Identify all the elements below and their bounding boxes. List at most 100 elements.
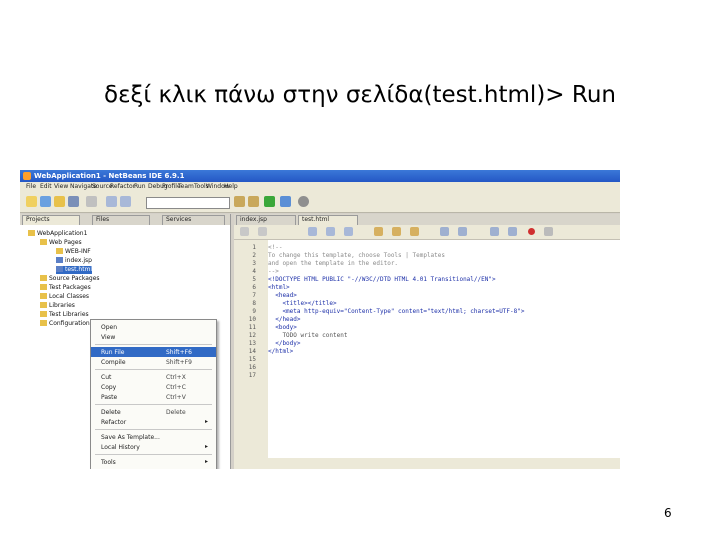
open-project-icon[interactable] bbox=[54, 196, 65, 207]
code-line: <head> bbox=[268, 292, 297, 299]
context-menu: Open View Run File Shift+F6 Compile Shift+F9 C… bbox=[90, 319, 217, 469]
shift-left-icon[interactable] bbox=[440, 227, 449, 236]
netbeans-logo-icon bbox=[23, 172, 31, 180]
line-number-gutter: 1 2 3 4 5 6 7 8 9 10 11 12 13 14 15 16 17 bbox=[234, 240, 268, 469]
code-line: <meta http-equiv="Content-Type" content=… bbox=[268, 308, 525, 315]
forward-icon[interactable] bbox=[326, 227, 335, 236]
context-menu-item[interactable]: Properties bbox=[91, 467, 216, 469]
tree-node[interactable]: Test Packages bbox=[40, 284, 91, 292]
line-number: 2 bbox=[252, 252, 256, 259]
context-menu-separator bbox=[95, 344, 212, 345]
save-all-icon[interactable] bbox=[68, 196, 79, 207]
history-icon[interactable] bbox=[258, 227, 267, 236]
shift-right-icon[interactable] bbox=[458, 227, 467, 236]
context-menu-item[interactable]: Open bbox=[91, 322, 216, 332]
line-number: 16 bbox=[248, 364, 256, 371]
context-menu-item[interactable]: Delete Delete bbox=[91, 407, 216, 417]
context-menu-item-label: Refactor bbox=[101, 419, 127, 426]
context-menu-shortcut: Shift+F9 bbox=[166, 359, 192, 366]
code-line: --> bbox=[268, 268, 279, 275]
menu-edit[interactable]: Edit bbox=[40, 183, 52, 190]
source-icon[interactable] bbox=[240, 227, 249, 236]
config-combo[interactable] bbox=[146, 197, 230, 209]
new-file-icon[interactable] bbox=[26, 196, 37, 207]
tree-node[interactable]: test.html bbox=[56, 266, 93, 274]
tree-node-label: Libraries bbox=[49, 302, 75, 309]
tab-test-html[interactable]: test.html bbox=[298, 215, 358, 225]
tree-node[interactable]: Local Classes bbox=[40, 293, 89, 301]
tree-node[interactable]: WebApplication1 bbox=[28, 230, 87, 238]
context-menu-item[interactable]: Tools ▸ bbox=[91, 457, 216, 467]
tree-node[interactable]: Libraries bbox=[40, 302, 75, 310]
undo-icon[interactable] bbox=[106, 196, 117, 207]
bookmark-icon[interactable] bbox=[374, 227, 383, 236]
page-number: 6 bbox=[664, 506, 672, 520]
stop-macro-icon[interactable] bbox=[544, 227, 553, 236]
line-number: 17 bbox=[248, 372, 256, 379]
line-number: 1 bbox=[252, 244, 256, 251]
menu-run[interactable]: Run bbox=[134, 183, 146, 190]
next-bookmark-icon[interactable] bbox=[410, 227, 419, 236]
code-area[interactable]: <!-- To change this template, choose Tool… bbox=[268, 240, 620, 458]
context-menu-item[interactable]: Cut Ctrl+X bbox=[91, 372, 216, 382]
menu-team[interactable]: Team bbox=[178, 183, 194, 190]
window-titlebar: WebApplication1 - NetBeans IDE 6.9.1 bbox=[20, 170, 620, 182]
tree-node-label: index.jsp bbox=[65, 257, 92, 264]
tab-projects[interactable]: Projects bbox=[22, 215, 80, 225]
context-menu-shortcut: Shift+F6 bbox=[166, 349, 192, 356]
context-menu-item[interactable]: Compile Shift+F9 bbox=[91, 357, 216, 367]
context-menu-item[interactable]: Save As Template... bbox=[91, 432, 216, 442]
tree-node-label: test.html bbox=[65, 266, 93, 273]
context-menu-item[interactable]: View bbox=[91, 332, 216, 342]
menu-view[interactable]: View bbox=[54, 183, 68, 190]
menu-file[interactable]: File bbox=[26, 183, 36, 190]
run-icon[interactable] bbox=[264, 196, 275, 207]
menu-refactor[interactable]: Refactor bbox=[110, 183, 135, 190]
tree-node[interactable]: Test Libraries bbox=[40, 311, 89, 319]
tree-node[interactable]: Web Pages bbox=[40, 239, 82, 247]
tab-files[interactable]: Files bbox=[92, 215, 150, 225]
context-menu-separator bbox=[95, 454, 212, 455]
cut-icon[interactable] bbox=[86, 196, 97, 207]
prev-bookmark-icon[interactable] bbox=[392, 227, 401, 236]
record-macro-icon[interactable] bbox=[528, 228, 535, 235]
debug-icon[interactable] bbox=[280, 196, 291, 207]
tree-node[interactable]: WEB-INF bbox=[56, 248, 91, 256]
jsp-icon bbox=[56, 257, 63, 263]
context-menu-separator bbox=[95, 429, 212, 430]
context-menu-item[interactable]: Paste Ctrl+V bbox=[91, 392, 216, 402]
window-title: WebApplication1 - NetBeans IDE 6.9.1 bbox=[34, 172, 185, 180]
project-tabs: Projects Files Services bbox=[20, 214, 230, 225]
context-menu-item[interactable]: Local History ▸ bbox=[91, 442, 216, 452]
clean-build-icon[interactable] bbox=[248, 196, 259, 207]
tree-node-label: Web Pages bbox=[49, 239, 82, 246]
projects-panel: Projects Files Services WebApplication1 W… bbox=[20, 214, 231, 469]
build-icon[interactable] bbox=[234, 196, 245, 207]
comment-icon[interactable] bbox=[490, 227, 499, 236]
find-icon[interactable] bbox=[344, 227, 353, 236]
context-menu-shortcut: Ctrl+C bbox=[166, 384, 186, 391]
folder-icon bbox=[40, 239, 47, 245]
editor-tabs: index.jsp test.html bbox=[234, 214, 620, 225]
menu-bar: File Edit View Navigate Source Refactor Run Deb… bbox=[20, 182, 620, 192]
code-line: To change this template, choose Tools | … bbox=[268, 252, 446, 259]
tree-node[interactable]: Source Packages bbox=[40, 275, 100, 283]
code-line: <html> bbox=[268, 284, 290, 291]
tab-index-jsp[interactable]: index.jsp bbox=[236, 215, 296, 225]
new-project-icon[interactable] bbox=[40, 196, 51, 207]
context-menu-item[interactable]: Copy Ctrl+C bbox=[91, 382, 216, 392]
context-menu-item[interactable]: Run File Shift+F6 bbox=[91, 347, 216, 357]
redo-icon[interactable] bbox=[120, 196, 131, 207]
main-toolbar bbox=[20, 192, 620, 213]
tab-services[interactable]: Services bbox=[162, 215, 225, 225]
back-icon[interactable] bbox=[308, 227, 317, 236]
context-menu-item-label: View bbox=[101, 334, 116, 341]
slide-title: δεξί κλικ πάνω στην σελίδα(test.html)> R… bbox=[104, 82, 616, 108]
profile-icon[interactable] bbox=[298, 196, 309, 207]
menu-help[interactable]: Help bbox=[224, 183, 238, 190]
context-menu-item-label: Compile bbox=[101, 359, 126, 366]
uncomment-icon[interactable] bbox=[508, 227, 517, 236]
tree-node[interactable]: index.jsp bbox=[56, 257, 92, 265]
context-menu-item[interactable]: Refactor ▸ bbox=[91, 417, 216, 427]
folder-icon bbox=[40, 293, 47, 299]
